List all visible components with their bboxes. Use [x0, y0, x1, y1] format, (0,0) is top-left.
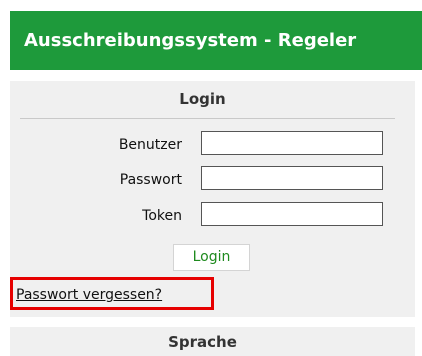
app-title: Ausschreibungssystem - Regeler — [24, 30, 357, 51]
token-input[interactable] — [201, 202, 383, 226]
login-panel-title: Login — [179, 90, 226, 108]
forgot-password-link[interactable]: Passwort vergessen? — [16, 286, 162, 304]
token-label: Token — [142, 208, 182, 224]
password-input[interactable] — [201, 166, 383, 190]
username-input[interactable] — [201, 131, 383, 155]
username-label: Benutzer — [118, 137, 182, 153]
login-panel-divider — [20, 118, 395, 119]
language-panel-title: Sprache — [168, 333, 237, 351]
language-panel: Sprache — [10, 327, 415, 356]
password-label: Passwort — [119, 172, 182, 188]
login-button[interactable]: Login — [173, 244, 250, 271]
app-header-banner: Ausschreibungssystem - Regeler — [10, 11, 422, 70]
